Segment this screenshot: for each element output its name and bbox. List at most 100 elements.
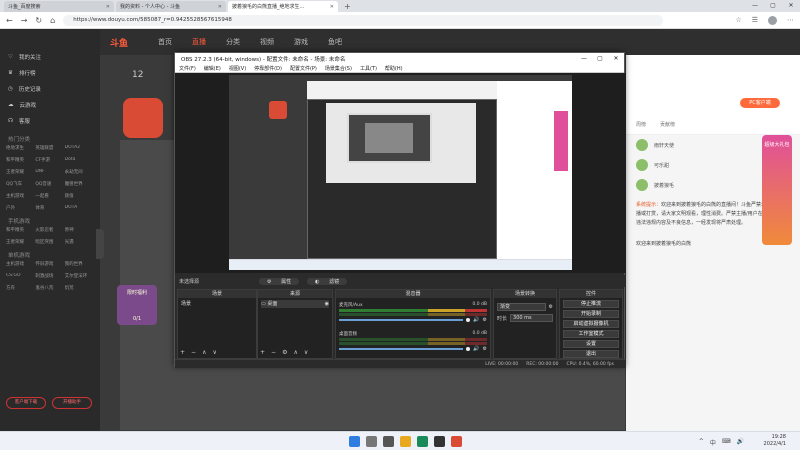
- transition-select[interactable]: 渐变: [497, 303, 546, 311]
- close-button[interactable]: ✕: [782, 0, 800, 12]
- category-link[interactable]: 和平精英: [6, 157, 35, 163]
- ime-icon[interactable]: 中: [710, 438, 716, 447]
- filters-button[interactable]: ◐ 滤镜: [307, 277, 348, 285]
- close-icon[interactable]: ✕: [106, 4, 110, 10]
- menu-docks[interactable]: 停靠部件(D): [254, 65, 282, 72]
- reload-icon[interactable]: ↻: [35, 16, 42, 25]
- gear-icon[interactable]: ⚙: [483, 317, 487, 323]
- category-link[interactable]: DOTA: [65, 205, 94, 211]
- category-link[interactable]: 刺激战场: [35, 273, 64, 279]
- duration-input[interactable]: 300 ms: [510, 314, 553, 322]
- browser-tab[interactable]: 斗鱼_百度搜索 ✕: [4, 1, 114, 12]
- category-link[interactable]: 一起看: [35, 193, 64, 199]
- file-explorer-icon[interactable]: [400, 436, 411, 447]
- category-link[interactable]: 怀旧游戏: [35, 261, 64, 267]
- stream-helper-button[interactable]: 开播助手: [52, 397, 92, 409]
- category-link[interactable]: 王者荣耀: [6, 239, 35, 245]
- download-client-button[interactable]: 客户端下载: [6, 397, 46, 409]
- category-link[interactable]: 暗区突围: [35, 239, 64, 245]
- stop-streaming-button[interactable]: 停止推流: [563, 300, 619, 308]
- start-recording-button[interactable]: 开始录制: [563, 310, 619, 318]
- category-link[interactable]: QQ飞车: [6, 181, 35, 187]
- new-tab-button[interactable]: +: [340, 1, 355, 12]
- remove-icon[interactable]: −: [191, 349, 196, 356]
- gear-icon[interactable]: ⚙: [549, 304, 553, 310]
- tray-overflow-icon[interactable]: ^: [699, 438, 704, 447]
- category-link[interactable]: 鬼谷八荒: [35, 285, 64, 291]
- menu-scene-collection[interactable]: 场景集合(S): [325, 65, 352, 72]
- category-link[interactable]: DOTA2: [65, 145, 94, 151]
- category-link[interactable]: 我的世界: [65, 261, 94, 267]
- task-view-icon[interactable]: [383, 436, 394, 447]
- properties-button[interactable]: ⚙ 属性: [259, 277, 300, 285]
- category-link[interactable]: 方舟: [6, 285, 35, 291]
- maximize-button[interactable]: ▢: [764, 0, 782, 12]
- obs-icon[interactable]: [451, 436, 462, 447]
- menu-edit[interactable]: 编辑(E): [204, 65, 221, 72]
- browser-tab[interactable]: 我的资料 - 个人中心 - 斗鱼 ✕: [116, 1, 226, 12]
- category-link[interactable]: DNF: [35, 169, 64, 175]
- clock[interactable]: 19:28 2022/4/1: [764, 434, 786, 448]
- menu-profile[interactable]: 配置文件(P): [290, 65, 317, 72]
- pc-client-button[interactable]: PC客户端: [740, 98, 780, 108]
- nav-video[interactable]: 视频: [260, 37, 274, 47]
- eye-icon[interactable]: ◉: [325, 300, 329, 308]
- start-icon[interactable]: [349, 436, 360, 447]
- add-icon[interactable]: +: [260, 349, 265, 356]
- menu-view[interactable]: 视图(V): [229, 65, 246, 72]
- nav-yuba[interactable]: 鱼吧: [328, 37, 342, 47]
- category-link[interactable]: 和平精英: [6, 227, 35, 233]
- category-link[interactable]: 主机游戏: [6, 193, 35, 199]
- add-icon[interactable]: +: [180, 349, 185, 356]
- remove-icon[interactable]: −: [271, 349, 276, 356]
- category-link[interactable]: 永劫无间: [65, 169, 94, 175]
- sidebar-item-rank[interactable]: ♛ 排行榜: [0, 65, 100, 81]
- studio-mode-button[interactable]: 工作室模式: [563, 330, 619, 338]
- category-link[interactable]: 户外: [6, 205, 35, 211]
- edge-icon[interactable]: [417, 436, 428, 447]
- nav-home[interactable]: 首页: [158, 37, 172, 47]
- sidebar-item-service[interactable]: ☊ 客服: [0, 113, 100, 129]
- search-icon[interactable]: [366, 436, 377, 447]
- category-link[interactable]: 火影忍者: [35, 227, 64, 233]
- menu-tools[interactable]: 工具(T): [360, 65, 377, 72]
- nav-live[interactable]: 直播: [192, 37, 206, 47]
- site-logo[interactable]: 斗鱼: [110, 36, 128, 49]
- up-icon[interactable]: ∧: [202, 349, 206, 356]
- sidebar-item-follow[interactable]: ♡ 我的关注: [0, 49, 100, 65]
- category-link[interactable]: 光遇: [65, 239, 94, 245]
- favorites-icon[interactable]: ☰: [752, 16, 758, 25]
- category-link[interactable]: Dota: [65, 157, 94, 163]
- obs-minimize-button[interactable]: —: [576, 55, 592, 62]
- menu-file[interactable]: 文件(F): [179, 65, 196, 72]
- category-link[interactable]: 艾尔登法环: [65, 273, 94, 279]
- category-link[interactable]: 王者荣耀: [6, 169, 35, 175]
- tab-contribution[interactable]: 贡献榜: [660, 121, 675, 128]
- gear-icon[interactable]: ⚙: [483, 346, 487, 352]
- exit-button[interactable]: 退出: [563, 350, 619, 358]
- star-icon[interactable]: ☆: [735, 16, 741, 25]
- nav-game[interactable]: 游戏: [294, 37, 308, 47]
- speaker-icon[interactable]: 🔊: [473, 317, 479, 323]
- category-link[interactable]: 主机游戏: [6, 261, 35, 267]
- home-icon[interactable]: ⌂: [50, 16, 55, 25]
- category-link[interactable]: 饥荒: [65, 285, 94, 291]
- category-link[interactable]: 体育: [35, 205, 64, 211]
- category-link[interactable]: QQ音速: [35, 181, 64, 187]
- category-link[interactable]: 原神: [65, 227, 94, 233]
- keyboard-icon[interactable]: ⌨: [722, 438, 731, 447]
- url-input[interactable]: https://www.douyu.com/585087_r=0.9425528…: [63, 14, 664, 26]
- close-icon[interactable]: ✕: [218, 4, 222, 10]
- category-link[interactable]: 魔兽世界: [65, 181, 94, 187]
- down-icon[interactable]: ∨: [304, 349, 308, 356]
- gift-banner[interactable]: 超级大礼包: [762, 135, 792, 245]
- category-link[interactable]: CF手游: [35, 157, 64, 163]
- slider-knob[interactable]: [466, 347, 471, 351]
- category-link[interactable]: 绝地求生: [6, 145, 35, 151]
- obs-maximize-button[interactable]: ▢: [592, 55, 608, 62]
- obs-close-button[interactable]: ✕: [608, 55, 624, 62]
- category-link[interactable]: 英雄联盟: [35, 145, 64, 151]
- close-icon[interactable]: ✕: [330, 4, 334, 10]
- down-icon[interactable]: ∨: [212, 349, 216, 356]
- source-item[interactable]: ▭ 桌面 ◉: [261, 300, 329, 308]
